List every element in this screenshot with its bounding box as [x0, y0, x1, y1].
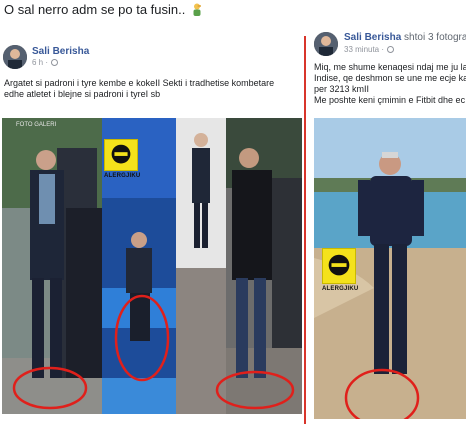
alergjiku-logo: [322, 248, 356, 284]
globe-icon: [387, 46, 395, 53]
person-facepalming-icon: [191, 3, 203, 16]
post-meta: 6 h ·: [32, 58, 59, 67]
photo-watermark: FOTO GALERI: [16, 122, 57, 128]
post-time[interactable]: 33 minuta: [344, 45, 379, 54]
post-time[interactable]: 6 h: [32, 58, 43, 67]
caption-text: O sal nerro adm se po ta fusin..: [4, 2, 186, 17]
post-right: Sali Berisha shtoi 3 fotografi t 33 minu…: [308, 29, 466, 424]
shared-photos-text: shtoi 3 fotografi t: [404, 32, 466, 43]
post-photo-beach[interactable]: ALERGJIKU: [314, 118, 466, 419]
alergjiku-logo-text: ALERGJIKU: [104, 173, 141, 179]
post-text-line: Indise, qe deshmon se une me ecje ka: [314, 73, 466, 83]
post-text-line: Miq, me shume kenaqesi ndaj me ju la: [314, 62, 466, 72]
globe-icon: [51, 59, 59, 66]
post-left: Sali Berisha 6 h · Argatet si padroni i …: [0, 36, 306, 424]
post-meta: 33 minuta ·: [344, 45, 395, 54]
post-caption: O sal nerro adm se po ta fusin..: [4, 2, 203, 17]
post-photo-collage[interactable]: FOTO GALERI ALERGJIKU: [2, 118, 302, 414]
author-avatar[interactable]: [3, 45, 27, 69]
post-text-line: Me poshte keni çmimin e Fitbit dhe ec: [314, 95, 466, 105]
author-avatar[interactable]: [314, 32, 338, 56]
post-text-line: edhe atletet i blejne si padroni i tyreI…: [4, 89, 161, 99]
alergjiku-logo: [104, 139, 138, 171]
author-name: Sali Berisha shtoi 3 fotografi t: [344, 32, 466, 43]
post-text-line: Argatet si padroni i tyre kembe e kokeII…: [4, 78, 275, 88]
post-text: Miq, me shume kenaqesi ndaj me ju la Ind…: [314, 62, 466, 106]
alergjiku-logo-text: ALERGJIKU: [322, 286, 359, 292]
post-text: Argatet si padroni i tyre kembe e kokeII…: [4, 78, 304, 100]
author-name[interactable]: Sali Berisha: [32, 46, 89, 57]
post-text-line: per 3213 kmII: [314, 84, 370, 94]
author-name-link[interactable]: Sali Berisha: [344, 32, 401, 43]
